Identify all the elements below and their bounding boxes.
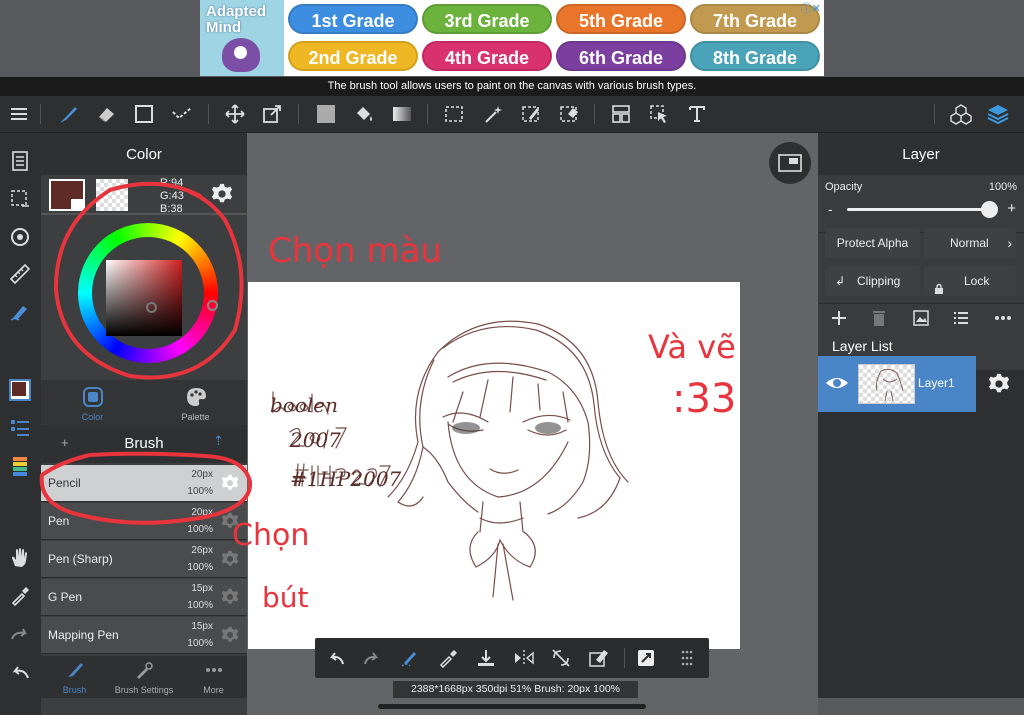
annotation-smile: :33 [672, 376, 736, 422]
layer-list-view-icon[interactable] [952, 309, 970, 332]
visibility-eye-icon[interactable] [825, 373, 849, 398]
flip-horizontal-icon[interactable] [512, 646, 536, 670]
home-indicator[interactable] [378, 704, 646, 709]
add-layer-icon[interactable] [830, 309, 848, 332]
clipping-arrow-icon: ↲ [835, 274, 846, 288]
blend-mode-value: Normal [950, 236, 989, 250]
annotation-chon-mau: Chọn màu [268, 231, 442, 271]
annotation-va-ve: Và vẽ [648, 328, 736, 366]
annotation-chon: Chọn [232, 518, 309, 553]
redo-icon[interactable] [360, 646, 384, 670]
opacity-slider-thumb[interactable] [981, 201, 998, 218]
lock-label: Lock [964, 274, 990, 288]
clipping-label: Clipping [857, 274, 901, 288]
lock-icon [934, 275, 944, 305]
layer-thumbnail [858, 364, 915, 404]
opacity-slider[interactable] [847, 201, 998, 218]
layer-image-icon[interactable] [912, 309, 930, 332]
opacity-minus-button[interactable]: - [828, 201, 833, 217]
opacity-value: 100% [988, 181, 1017, 193]
layer-panel: Layer Opacity 100% - + Protect Alpha Nor… [818, 133, 1024, 698]
layer-settings-gear-icon[interactable] [988, 373, 1010, 400]
clipping-button[interactable]: ↲ Clipping [825, 266, 920, 296]
grid-handle-icon[interactable] [675, 646, 699, 670]
chevron-right-icon: › [1007, 235, 1012, 251]
layer-name: Layer1 [918, 376, 955, 390]
reference-window-icon[interactable] [634, 646, 658, 670]
protect-alpha-button[interactable]: Protect Alpha [825, 228, 920, 258]
stroke-correction-icon[interactable] [398, 646, 422, 670]
signature-name: boolen [270, 393, 338, 417]
layer-list-title: Layer List [832, 338, 893, 354]
quick-action-bar [315, 638, 709, 678]
canvas-status: 2388*1668px 350dpi 51% Brush: 20px 100% [393, 681, 638, 698]
undo-icon[interactable] [324, 646, 348, 670]
save-download-icon[interactable] [474, 646, 498, 670]
annotation-but: bút [262, 581, 309, 614]
opacity-plus-button[interactable]: + [1007, 200, 1016, 217]
lock-button[interactable]: Lock [924, 266, 1016, 296]
delete-layer-icon[interactable] [870, 309, 888, 332]
layer-more-icon[interactable] [993, 309, 1013, 332]
opacity-label: Opacity [825, 181, 863, 193]
eyedropper-quick-icon[interactable] [436, 646, 460, 670]
rotate-lock-icon[interactable] [549, 646, 573, 670]
clear-layer-icon[interactable] [587, 646, 611, 670]
blend-mode-select[interactable]: Normal › [924, 228, 1016, 258]
signature-year: 2007 [289, 428, 341, 452]
layer-row-layer1[interactable]: Layer1 [818, 356, 976, 412]
layer-panel-title: Layer [818, 133, 1024, 175]
signature-tag: #1HP2007 [290, 467, 402, 491]
